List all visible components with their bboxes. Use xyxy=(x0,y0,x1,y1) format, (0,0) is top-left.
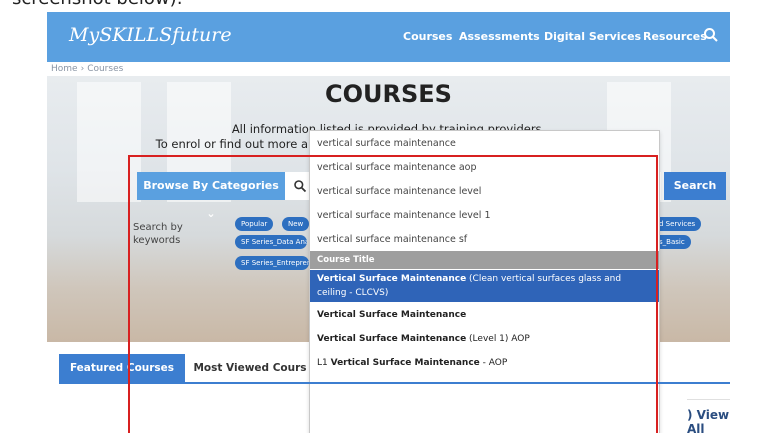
autocomplete-dropdown: vertical surface maintenance vertical su… xyxy=(309,130,660,433)
nav-resources[interactable]: Resources xyxy=(643,30,707,43)
result-title: Vertical Surface Maintenance xyxy=(317,334,467,344)
suggestion-item[interactable]: vertical surface maintenance aop xyxy=(310,156,659,180)
nav-digital-services[interactable]: Digital Services xyxy=(544,30,641,43)
keyword-tag[interactable]: SF Series_Entreprer xyxy=(235,256,309,270)
browser-page: MySKILLSfuture Courses Assessments Digit… xyxy=(47,12,730,433)
keyword-tag[interactable]: New xyxy=(282,217,310,231)
course-result-item[interactable]: Vertical Surface Maintenance xyxy=(310,303,659,327)
keywords-label: Search by keywords xyxy=(133,221,193,247)
tab-featured-courses[interactable]: Featured Courses xyxy=(59,354,185,382)
keyword-tag[interactable]: d Services xyxy=(653,217,702,231)
course-result-item[interactable]: Vertical Surface Maintenance (Level 1) A… xyxy=(310,327,659,351)
tab-most-viewed-courses[interactable]: Most Viewed Cours xyxy=(185,354,315,382)
keyword-tag[interactable]: SF Series_Data Anal xyxy=(235,235,307,249)
search-button[interactable]: Search xyxy=(664,172,726,200)
course-result-item[interactable]: Vertical Surface Maintenance (Clean vert… xyxy=(310,270,659,302)
suggestion-item[interactable]: vertical surface maintenance level 1 xyxy=(310,204,659,228)
search-icon xyxy=(294,180,307,193)
result-title: Vertical Surface Maintenance xyxy=(317,310,467,320)
nav-courses[interactable]: Courses xyxy=(403,30,452,43)
nav-assessments[interactable]: Assessments xyxy=(459,30,540,43)
result-title: Vertical Surface Maintenance xyxy=(317,274,467,284)
search-icon[interactable] xyxy=(702,26,720,44)
keywords-label-line1: Search by xyxy=(133,222,183,233)
breadcrumb: Home › Courses xyxy=(51,64,124,74)
course-tabs: Featured Courses Most Viewed Cours xyxy=(59,354,730,384)
keywords-label-line2: keywords xyxy=(133,235,181,246)
breadcrumb-current: Courses xyxy=(87,64,124,74)
page-title: COURSES xyxy=(325,80,452,108)
keyword-tag[interactable]: Popular xyxy=(235,217,274,231)
caption-text: screenshot below): xyxy=(12,0,183,9)
top-navbar: MySKILLSfuture Courses Assessments Digit… xyxy=(47,12,730,62)
suggestion-item[interactable]: vertical surface maintenance xyxy=(310,132,659,156)
divider xyxy=(687,399,730,400)
result-detail: (Level 1) AOP xyxy=(466,334,530,344)
browse-categories-button[interactable]: Browse By Categories ⌄ xyxy=(137,172,285,220)
course-title-group-header: Course Title xyxy=(310,251,659,269)
suggestion-item[interactable]: vertical surface maintenance sf xyxy=(310,228,659,252)
site-logo[interactable]: MySKILLSfuture xyxy=(69,24,232,46)
view-all-link[interactable]: ) View All xyxy=(687,408,730,433)
suggestion-item[interactable]: vertical surface maintenance level xyxy=(310,180,659,204)
breadcrumb-home[interactable]: Home xyxy=(51,64,78,74)
